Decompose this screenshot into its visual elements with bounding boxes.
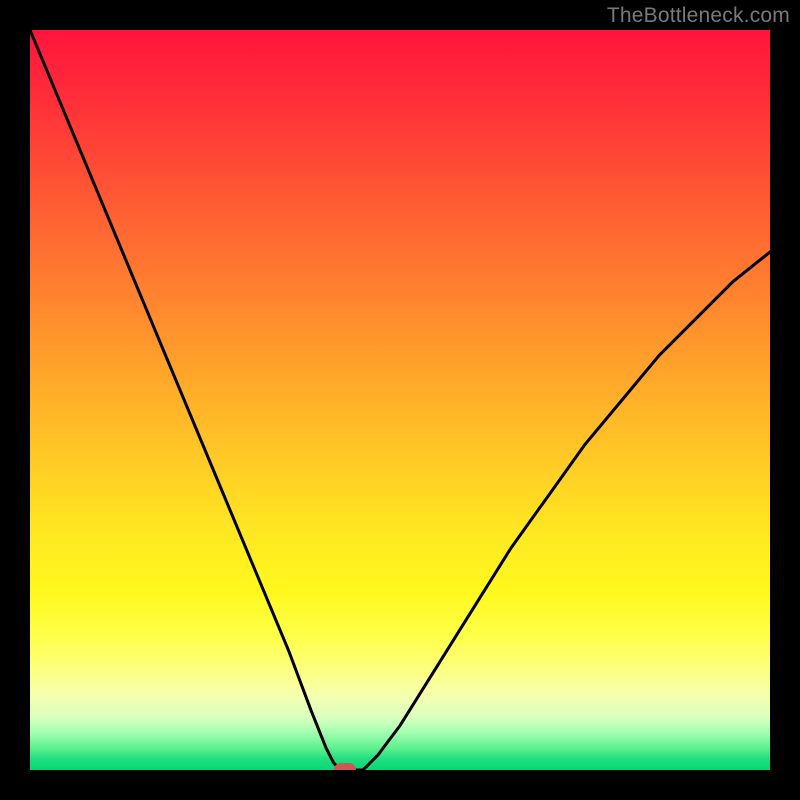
plot-area [30,30,770,770]
watermark-text: TheBottleneck.com [607,4,790,28]
optimal-point-marker [334,763,356,770]
chart-frame: TheBottleneck.com [0,0,800,800]
bottleneck-curve [30,30,770,770]
